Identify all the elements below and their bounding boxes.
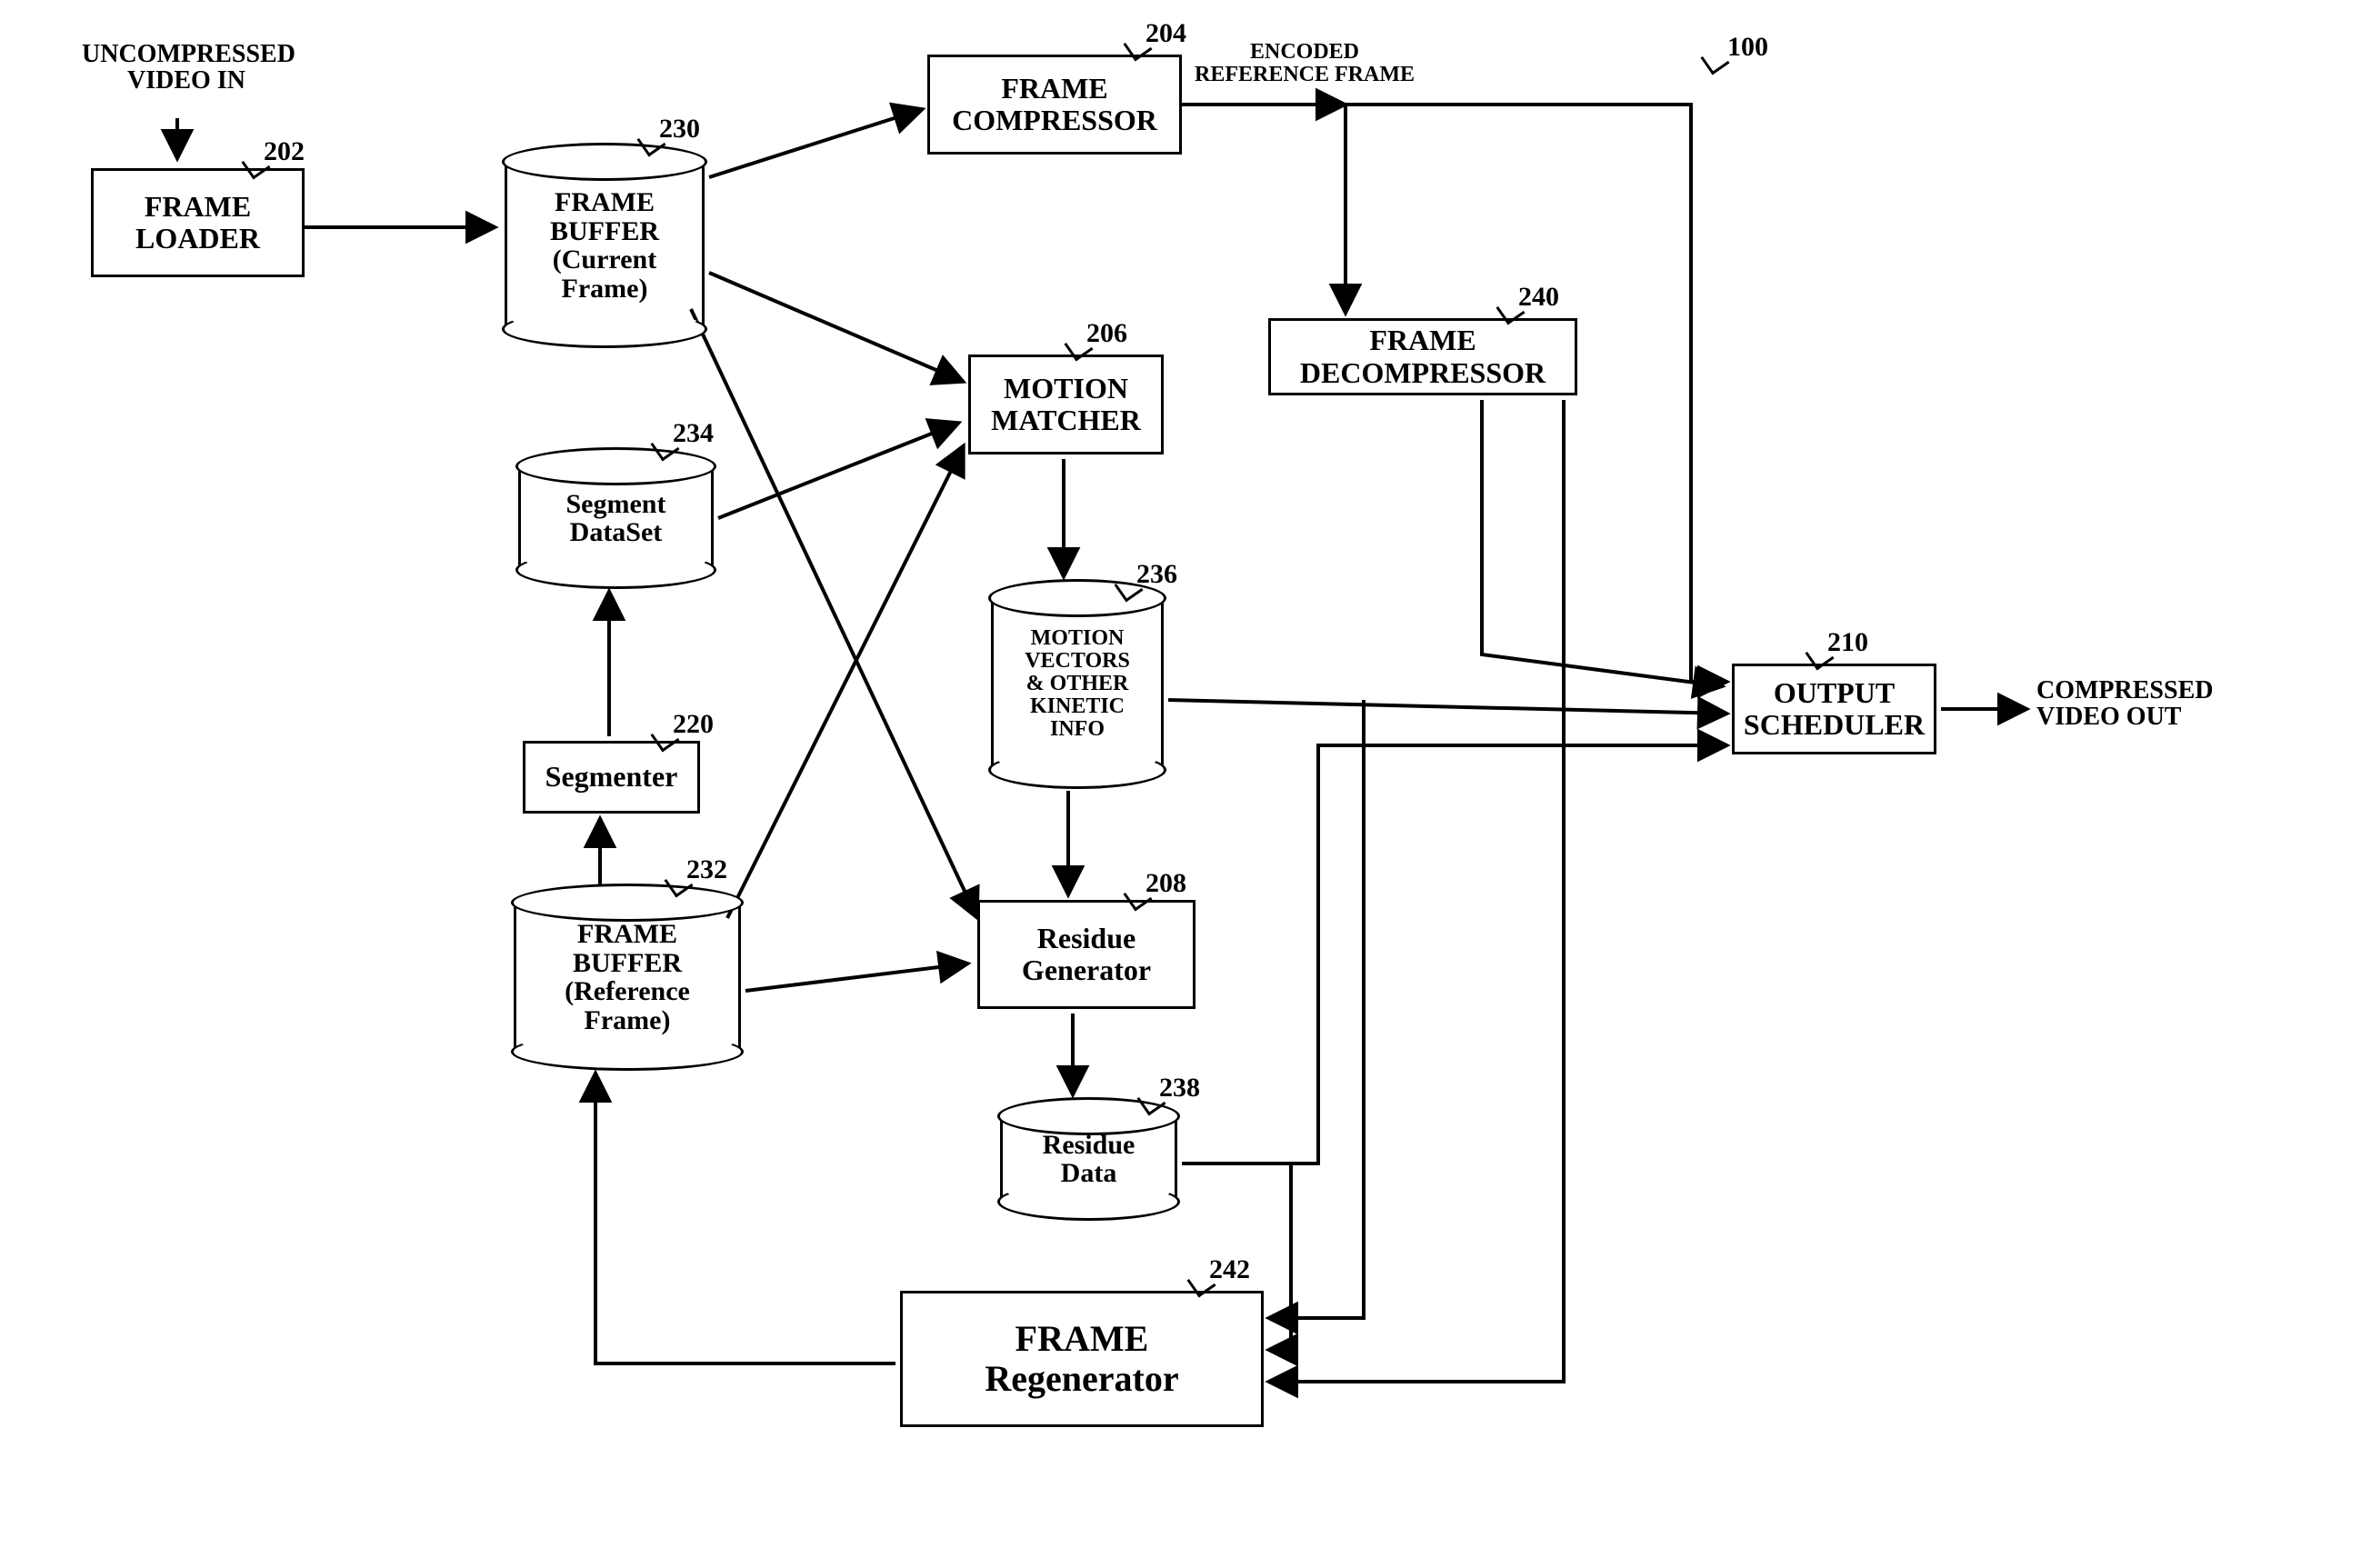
block-label: Residue Generator [1022,923,1151,986]
block-motion-matcher: MOTION MATCHER [968,355,1164,454]
ref-segmenter: 220 [673,709,714,740]
block-frame-decompressor: FRAME DECOMPRESSOR [1268,318,1577,395]
datastore-label: Residue Data [1043,1131,1135,1188]
block-label: FRAME Regenerator [985,1319,1178,1399]
ref-residue-generator: 208 [1145,868,1186,899]
input-label: UNCOMPRESSED VIDEO IN [82,41,291,95]
ref-frame-regenerator: 242 [1209,1254,1250,1285]
datastore-frame-buffer-current: FRAME BUFFER (Current Frame) [505,159,705,332]
ref-frame-decompressor: 240 [1518,282,1559,313]
ref-residue-data: 238 [1159,1073,1200,1104]
ref-frame-compressor: 204 [1145,18,1186,49]
datastore-label: Segment DataSet [566,490,666,547]
datastore-label: FRAME BUFFER (Current Frame) [550,188,659,303]
block-label: OUTPUT SCHEDULER [1744,677,1925,741]
datastore-frame-buffer-reference: FRAME BUFFER (Reference Frame) [514,900,741,1054]
datastore-label: MOTION VECTORS & OTHER KINETIC INFO [1025,627,1130,742]
datastore-motion-vectors: MOTION VECTORS & OTHER KINETIC INFO [991,595,1164,773]
ref-segment-dataset: 234 [673,418,714,449]
block-label: FRAME COMPRESSOR [952,73,1157,136]
block-frame-compressor: FRAME COMPRESSOR [927,55,1182,155]
block-frame-loader: FRAME LOADER [91,168,305,277]
ref-motion-matcher: 206 [1086,318,1127,349]
datastore-segment-dataset: Segment DataSet [518,464,714,573]
block-frame-regenerator: FRAME Regenerator [900,1291,1264,1427]
block-output-scheduler: OUTPUT SCHEDULER [1732,664,1936,754]
ref-output-scheduler: 210 [1827,627,1868,658]
edge-label-encoded-reference-frame: ENCODED REFERENCE FRAME [1186,41,1423,86]
block-label: FRAME DECOMPRESSOR [1300,325,1546,388]
ref-frame-loader: 202 [264,136,305,167]
ref-motion-vectors: 236 [1136,559,1177,590]
ref-frame-buffer-current: 230 [659,114,700,145]
datastore-label: FRAME BUFFER (Reference Frame) [565,920,690,1034]
block-residue-generator: Residue Generator [977,900,1196,1009]
diagram-canvas: UNCOMPRESSED VIDEO IN COMPRESSED VIDEO O… [0,0,2371,1568]
datastore-residue-data: Residue Data [1000,1114,1177,1204]
block-label: MOTION MATCHER [991,373,1141,436]
block-segmenter: Segmenter [523,741,700,814]
block-label: Segmenter [545,761,678,793]
output-label: COMPRESSED VIDEO OUT [2036,677,2291,731]
figure-reference: 100 [1727,32,1768,63]
ref-frame-buffer-reference: 232 [686,854,727,885]
block-label: FRAME LOADER [135,191,260,255]
